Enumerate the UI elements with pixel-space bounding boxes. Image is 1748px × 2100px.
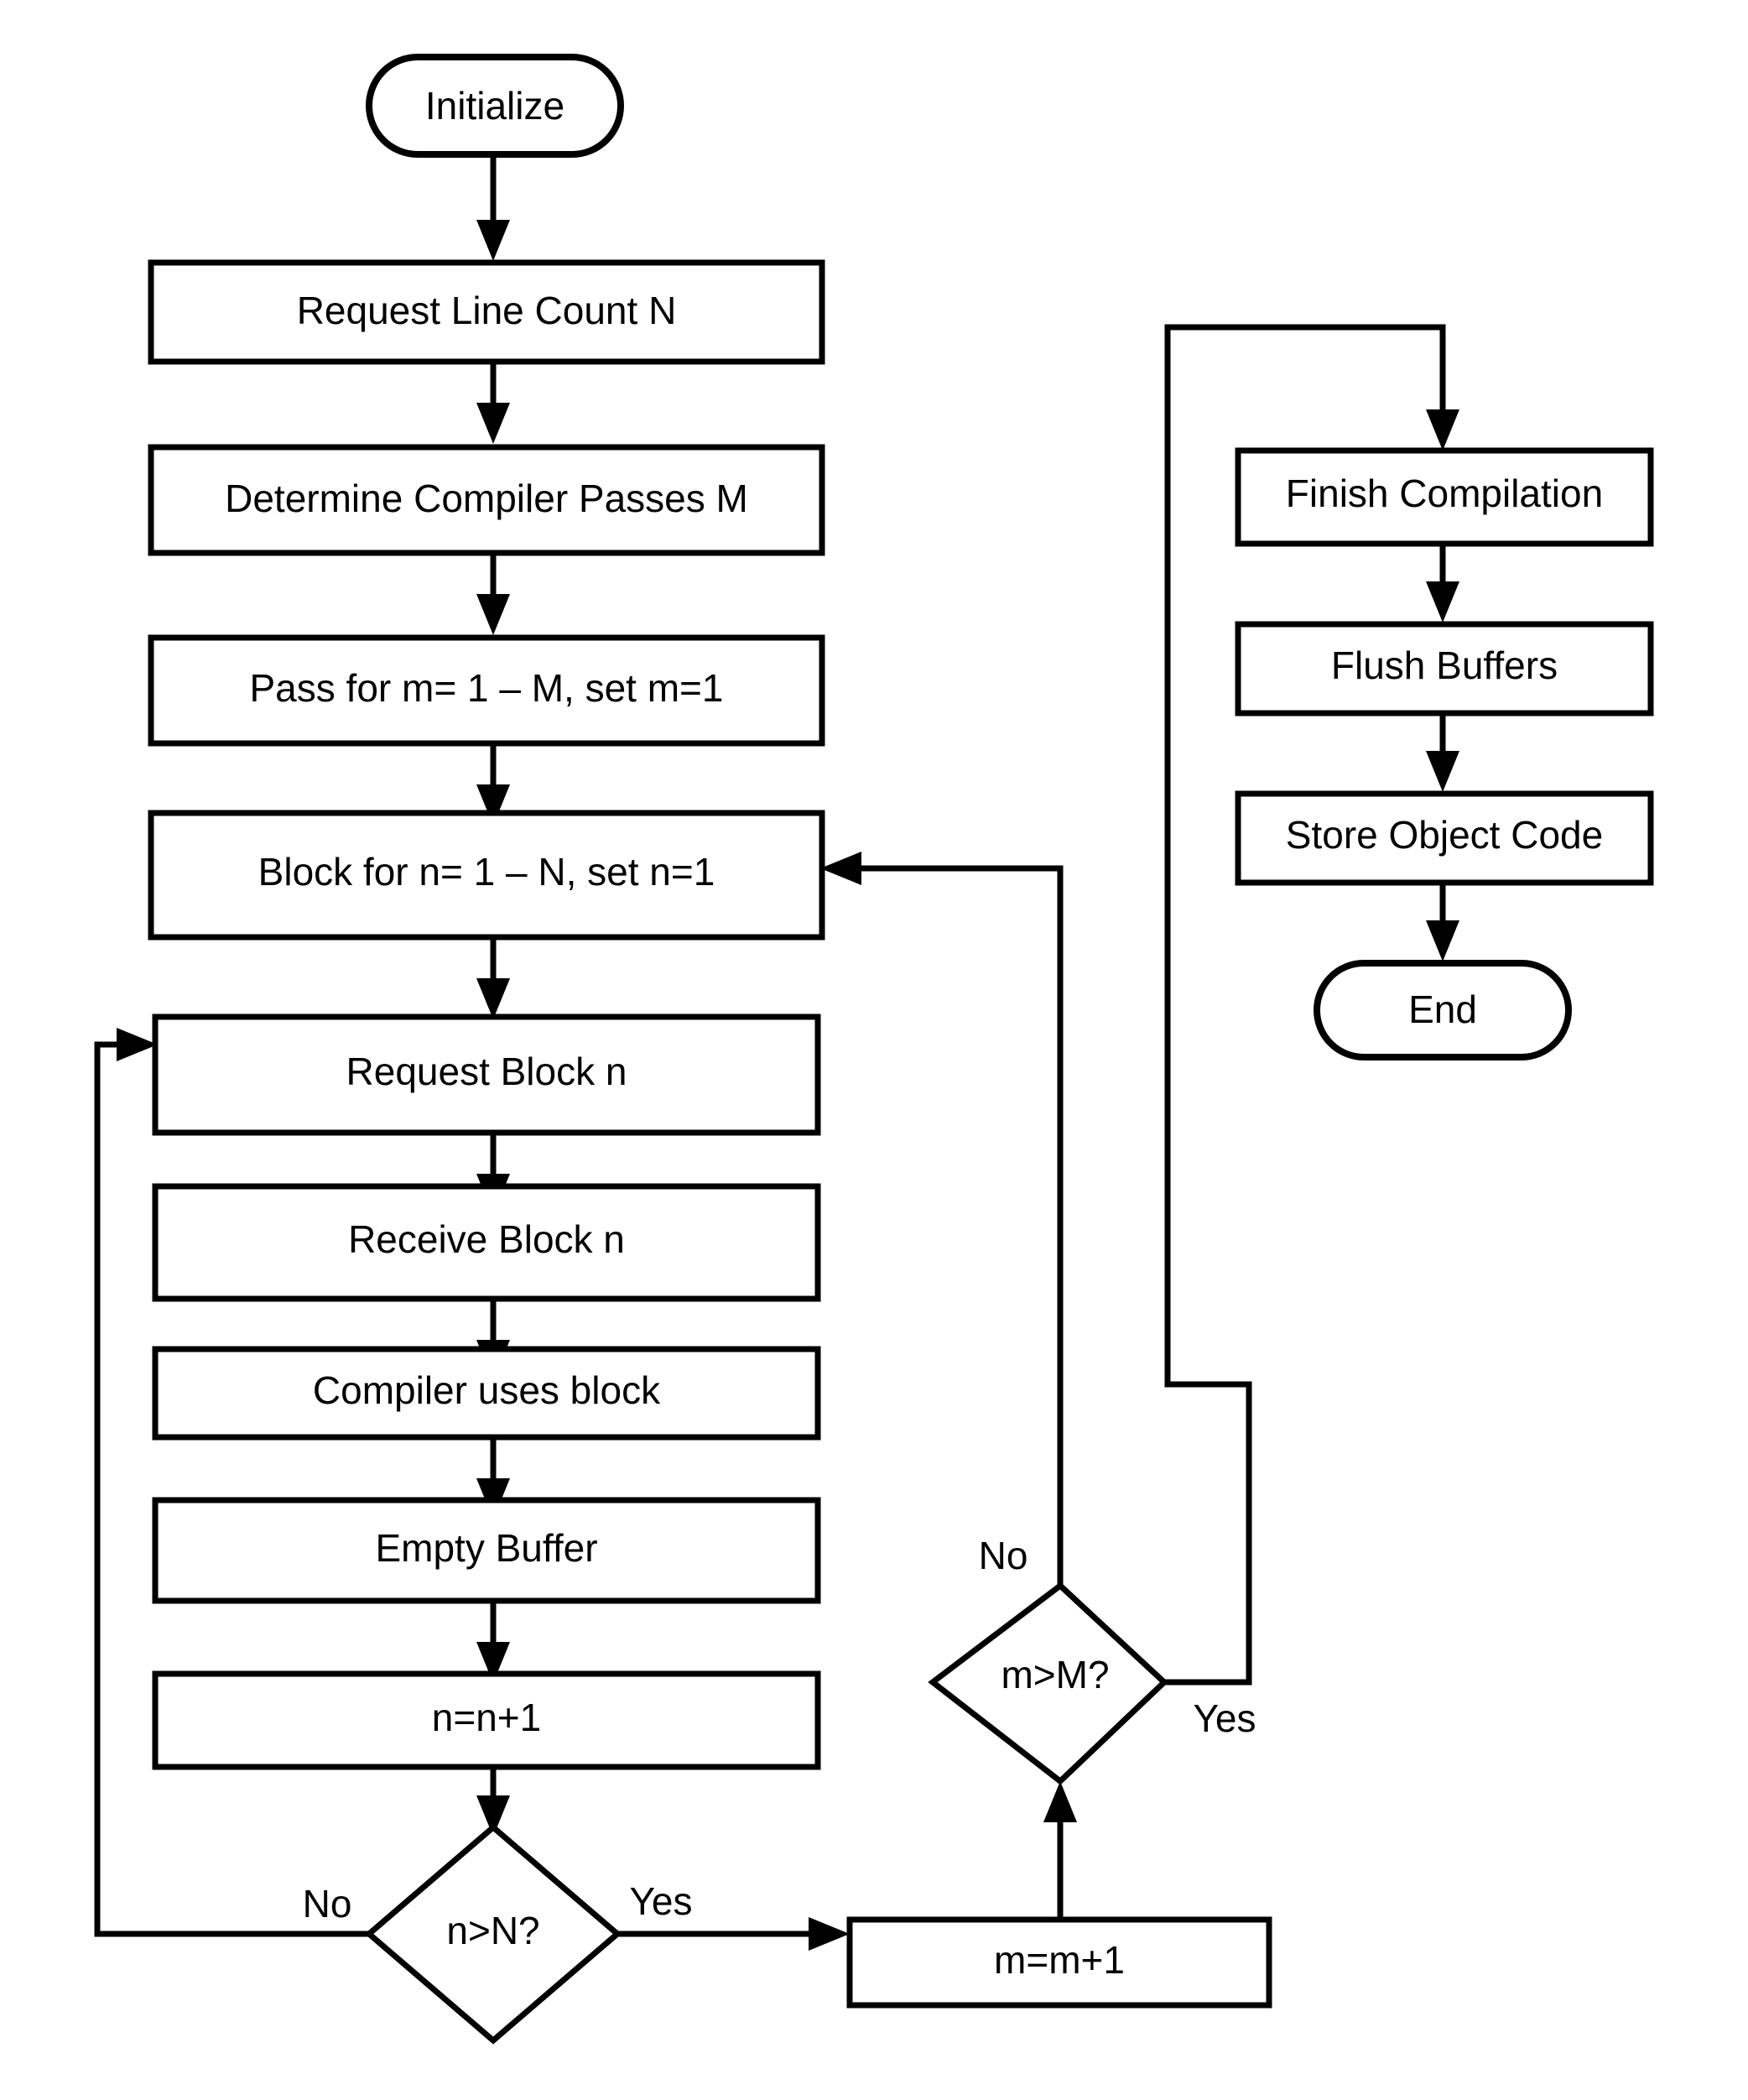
node-request-line-count[interactable]: Request Line Count N xyxy=(148,259,825,365)
flowchart-svg: Initialize Request Line Count N Determin… xyxy=(94,54,1654,2045)
edge-store-object-code-to-end xyxy=(1426,883,1459,961)
node-finish-compilation[interactable]: Finish Compilation xyxy=(1235,447,1654,547)
decision-m-label: m>M? xyxy=(1001,1653,1109,1696)
edge-increment-m-to-decision-m xyxy=(1043,1781,1077,1920)
node-increment-m[interactable]: m=m+1 xyxy=(846,1916,1272,2009)
edge-initialize-to-request-line-count xyxy=(476,154,510,261)
pass-loop-init-label: Pass for m= 1 – M, set m=1 xyxy=(250,666,724,710)
node-compiler-uses-block[interactable]: Compiler uses block xyxy=(152,1346,821,1441)
receive-block-label: Receive Block n xyxy=(348,1217,625,1261)
flowchart-canvas: Initialize Request Line Count N Determin… xyxy=(0,0,1748,2100)
block-loop-init-label: Block for n= 1 – N, set n=1 xyxy=(258,850,715,894)
edge-label-decision-m-no: No xyxy=(979,1534,1028,1577)
nodes-layer: Initialize Request Line Count N Determin… xyxy=(148,54,1654,2045)
edge-decision-n-no-to-request-block xyxy=(94,1028,369,1937)
increment-m-label: m=m+1 xyxy=(994,1938,1125,1982)
node-store-object-code[interactable]: Store Object Code xyxy=(1235,790,1654,886)
compiler-uses-block-label: Compiler uses block xyxy=(313,1368,661,1412)
edge-flush-buffers-to-store-object-code xyxy=(1426,713,1459,792)
flush-buffers-label: Flush Buffers xyxy=(1331,644,1558,687)
edge-determine-passes-to-pass-loop-init xyxy=(476,553,510,635)
edge-finish-compilation-to-flush-buffers xyxy=(1426,544,1459,623)
edge-label-decision-n-yes: Yes xyxy=(629,1879,692,1923)
node-end[interactable]: End xyxy=(1314,960,1572,1060)
edge-empty-buffer-to-increment-n xyxy=(476,1601,510,1683)
initialize-label: Initialize xyxy=(425,84,564,128)
node-decision-m[interactable]: m>M? xyxy=(928,1582,1169,1785)
edge-label-decision-n-no: No xyxy=(303,1882,352,1925)
finish-compilation-label: Finish Compilation xyxy=(1286,472,1603,515)
edge-label-decision-m-yes: Yes xyxy=(1193,1696,1256,1740)
node-initialize[interactable]: Initialize xyxy=(366,54,624,158)
request-block-label: Request Block n xyxy=(346,1050,627,1093)
node-flush-buffers[interactable]: Flush Buffers xyxy=(1235,621,1654,717)
increment-n-label: n=n+1 xyxy=(432,1696,541,1739)
node-request-block[interactable]: Request Block n xyxy=(152,1014,821,1136)
node-determine-passes[interactable]: Determine Compiler Passes M xyxy=(148,444,825,556)
determine-passes-label: Determine Compiler Passes M xyxy=(225,477,748,520)
node-empty-buffer[interactable]: Empty Buffer xyxy=(152,1497,821,1604)
end-label: End xyxy=(1408,987,1477,1031)
node-pass-loop-init[interactable]: Pass for m= 1 – M, set m=1 xyxy=(148,634,825,747)
node-block-loop-init[interactable]: Block for n= 1 – N, set n=1 xyxy=(148,810,825,941)
empty-buffer-label: Empty Buffer xyxy=(375,1526,597,1570)
edge-request-line-count-to-determine-passes xyxy=(476,362,510,444)
decision-n-label: n>N? xyxy=(446,1909,539,1952)
request-line-count-label: Request Line Count N xyxy=(297,289,677,332)
store-object-code-label: Store Object Code xyxy=(1286,813,1603,857)
edge-decision-m-no-to-block-loop-init xyxy=(820,852,1064,1586)
node-decision-n[interactable]: n>N? xyxy=(364,1823,622,2045)
edge-block-loop-init-to-request-block xyxy=(476,937,510,1019)
node-increment-n[interactable]: n=n+1 xyxy=(152,1670,821,1770)
node-receive-block[interactable]: Receive Block n xyxy=(152,1183,821,1302)
